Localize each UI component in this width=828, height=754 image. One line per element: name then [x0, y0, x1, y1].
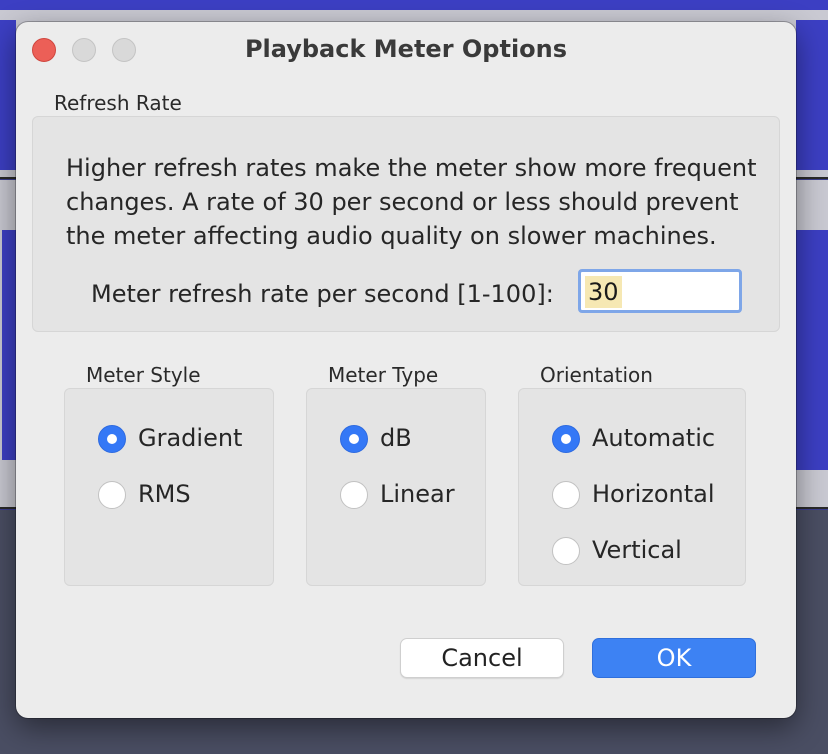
refresh-rate-value[interactable]: 30 [585, 276, 622, 308]
radio-label[interactable]: Gradient [138, 424, 242, 452]
radio-label[interactable]: RMS [138, 480, 191, 508]
radio-label[interactable]: dB [380, 424, 412, 452]
radio-unselected-icon[interactable] [340, 481, 368, 509]
refresh-rate-description: Higher refresh rates make the meter show… [66, 151, 776, 253]
radio-label[interactable]: Horizontal [592, 480, 715, 508]
radio-label[interactable]: Linear [380, 480, 455, 508]
description-line: the meter affecting audio quality on slo… [66, 222, 717, 250]
radio-selected-icon[interactable] [340, 425, 368, 453]
radio-unselected-icon[interactable] [552, 537, 580, 565]
description-line: changes. A rate of 30 per second or less… [66, 188, 739, 216]
refresh-rate-input-label: Meter refresh rate per second [1-100]: [91, 280, 554, 308]
radio-unselected-icon[interactable] [552, 481, 580, 509]
dialog-title: Playback Meter Options [244, 35, 568, 63]
description-line: Higher refresh rates make the meter show… [66, 154, 757, 182]
meter-type-label: Meter Type [328, 363, 439, 387]
radio-selected-icon[interactable] [98, 425, 126, 453]
title-bar[interactable]: Playback Meter Options [16, 22, 796, 78]
cancel-button[interactable]: Cancel [400, 638, 564, 678]
radio-label[interactable]: Automatic [592, 424, 715, 452]
ok-button[interactable]: OK [592, 638, 756, 678]
refresh-rate-label: Refresh Rate [54, 91, 182, 115]
meter-style-label: Meter Style [86, 363, 201, 387]
orientation-label: Orientation [540, 363, 653, 387]
radio-label[interactable]: Vertical [592, 536, 682, 564]
radio-unselected-icon[interactable] [98, 481, 126, 509]
playback-meter-options-dialog: Playback Meter Options Refresh Rate High… [16, 22, 796, 718]
radio-selected-icon[interactable] [552, 425, 580, 453]
